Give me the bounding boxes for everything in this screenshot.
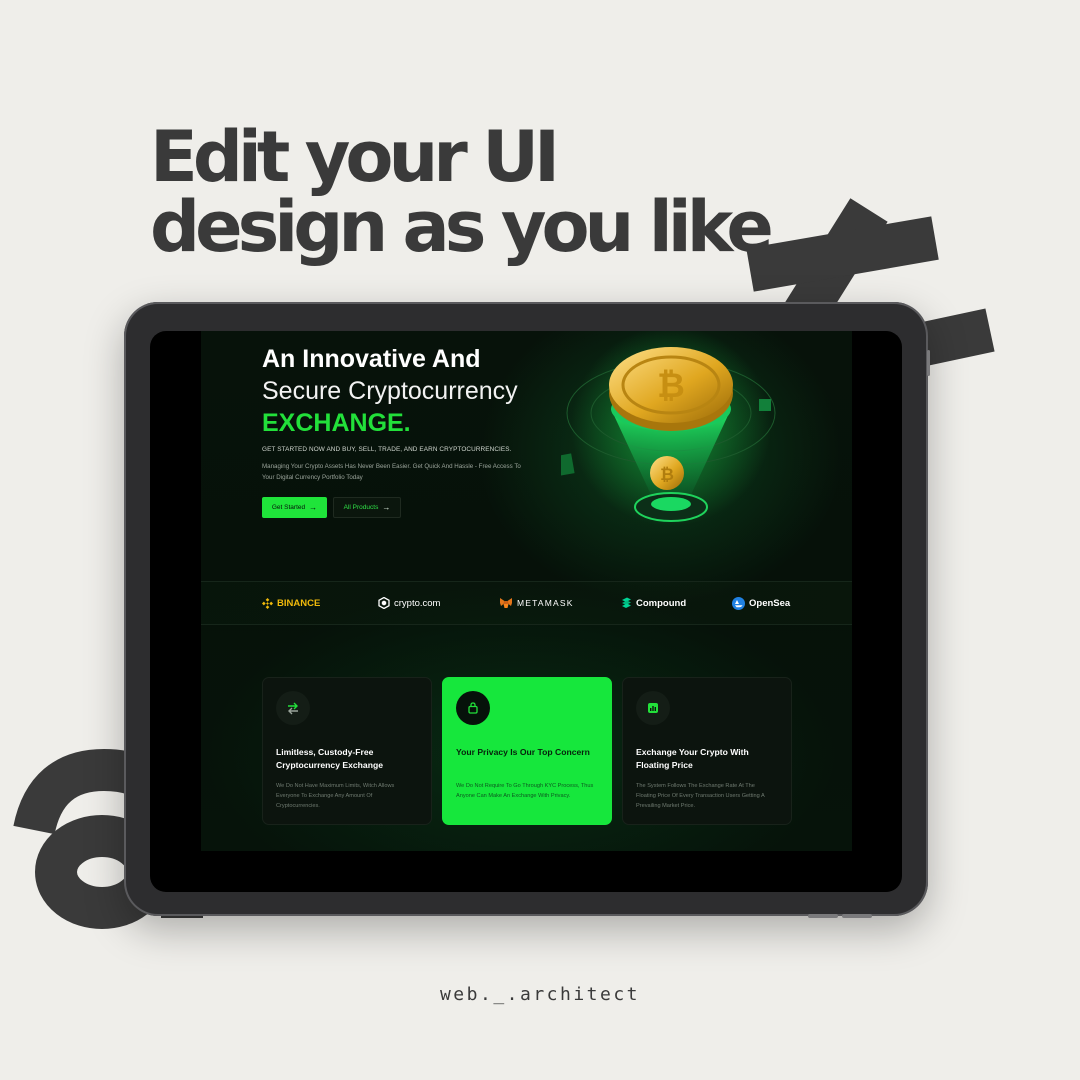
feature-title: Exchange Your Crypto With Floating Price (636, 747, 749, 770)
partner-name: crypto.com (394, 597, 441, 609)
binance-logo-icon (262, 597, 273, 609)
hero-title: An Innovative And Secure Cryptocurrency … (262, 343, 518, 439)
partner-metamask[interactable]: METAMASK (499, 582, 574, 624)
tablet-screen: An Innovative And Secure Cryptocurrency … (150, 331, 902, 892)
partner-name: OpenSea (749, 597, 791, 609)
chart-icon (636, 691, 670, 725)
partner-name: BINANCE (277, 597, 321, 609)
hero-title-line-1: An Innovative And (262, 345, 481, 373)
arrow-right-icon: → (309, 502, 318, 512)
feature-title: Limitless, Custody-Free Cryptocurrency E… (276, 747, 383, 770)
partner-logo-strip: BINANCE crypto.com METAMASK Compound Ope… (201, 581, 852, 625)
bitcoin-coin-icon: ₿ ₿ (561, 331, 776, 526)
feature-description: The System Follows The Exchange Rate At … (636, 783, 765, 809)
partner-crypto-com[interactable]: crypto.com (378, 582, 440, 624)
svg-text:₿: ₿ (660, 465, 674, 485)
crypto-website: An Innovative And Secure Cryptocurrency … (201, 331, 852, 851)
partner-binance[interactable]: BINANCE (262, 582, 320, 624)
arrow-right-icon: → (382, 502, 391, 512)
feature-card-privacy[interactable]: Your Privacy Is Our Top Concern We Do No… (442, 677, 612, 825)
hero-title-highlight: EXCHANGE. (262, 409, 411, 437)
feature-title: Your Privacy Is Our Top Concern (456, 747, 590, 757)
tablet-side-button (842, 914, 872, 918)
crypto-com-logo-icon (378, 597, 390, 609)
opensea-logo-icon (732, 596, 745, 610)
feature-card-floating-price[interactable]: Exchange Your Crypto With Floating Price… (622, 677, 792, 825)
partner-name: Compound (636, 597, 687, 609)
tablet-side-button (808, 914, 838, 918)
all-products-button[interactable]: All Products → (333, 497, 401, 518)
partner-name: METAMASK (517, 598, 574, 608)
exchange-icon (276, 691, 310, 725)
partner-opensea[interactable]: OpenSea (732, 582, 790, 624)
partner-compound[interactable]: Compound (621, 582, 686, 624)
feature-description: We Do Not Require To Go Through KYC Proc… (456, 783, 594, 799)
feature-card-limitless[interactable]: Limitless, Custody-Free Cryptocurrency E… (262, 677, 432, 825)
hero-title-line-2: Secure Cryptocurrency (262, 377, 518, 405)
hero-description: Managing Your Crypto Assets Has Never Be… (262, 463, 521, 481)
feature-description: We Do Not Have Maximum Limits, Witch All… (276, 783, 395, 809)
svg-text:₿: ₿ (657, 366, 685, 406)
compound-logo-icon (622, 597, 631, 608)
metamask-fox-icon (500, 598, 512, 608)
get-started-button[interactable]: Get Started → (262, 497, 327, 518)
all-products-label: All Products (343, 504, 379, 511)
hero-tagline: GET STARTED NOW AND BUY, SELL, TRADE, AN… (262, 446, 512, 453)
privacy-lock-icon (456, 691, 490, 725)
brand-signature: web._.architect (439, 984, 641, 1005)
get-started-label: Get Started (271, 504, 306, 511)
tablet-side-button (927, 350, 930, 376)
